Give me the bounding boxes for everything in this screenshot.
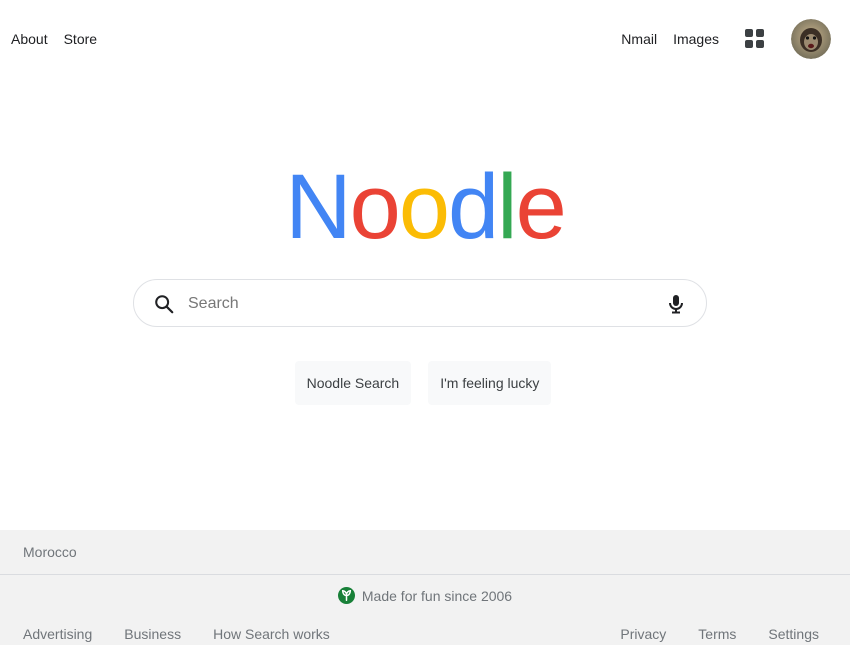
top-right-links: Nmail Images — [621, 19, 831, 59]
logo-letter: d — [448, 156, 499, 258]
apps-grid-icon[interactable] — [745, 29, 765, 49]
search-icon[interactable] — [153, 293, 175, 315]
logo-letter: o — [349, 156, 401, 258]
about-link[interactable]: About — [11, 31, 48, 47]
how-search-works-link[interactable]: How Search works — [213, 626, 330, 642]
footer-right-links: Privacy Terms Settings — [620, 626, 819, 642]
country-label: Morocco — [0, 530, 850, 575]
advertising-link[interactable]: Advertising — [23, 626, 92, 642]
logo-letter: o — [398, 156, 450, 258]
business-link[interactable]: Business — [124, 626, 181, 642]
terms-link[interactable]: Terms — [698, 626, 736, 642]
logo-letter: e — [515, 156, 567, 258]
logo-letter: N — [285, 156, 351, 258]
logo-letter: l — [497, 156, 518, 258]
tagline: Made for fun since 2006 — [0, 587, 850, 604]
images-link[interactable]: Images — [673, 31, 719, 47]
privacy-link[interactable]: Privacy — [620, 626, 666, 642]
top-bar: About Store Nmail Images — [0, 0, 850, 78]
nmail-link[interactable]: Nmail — [621, 31, 657, 47]
noodle-logo: Noodle — [0, 152, 850, 262]
store-link[interactable]: Store — [64, 31, 97, 47]
footer: Morocco Made for fun since 2006 Advertis… — [0, 530, 850, 645]
feeling-lucky-button[interactable]: I'm feeling lucky — [428, 361, 552, 405]
leaf-icon — [337, 587, 355, 604]
top-left-links: About Store — [11, 31, 97, 47]
avatar[interactable] — [791, 19, 831, 59]
noodle-search-button[interactable]: Noodle Search — [294, 361, 412, 405]
footer-left-links: Advertising Business How Search works — [23, 626, 330, 642]
microphone-icon[interactable] — [664, 292, 688, 316]
search-box[interactable] — [133, 279, 707, 327]
search-buttons: Noodle Search I'm feeling lucky — [0, 361, 850, 405]
settings-link[interactable]: Settings — [768, 626, 819, 642]
tagline-text: Made for fun since 2006 — [361, 587, 513, 604]
search-input[interactable] — [186, 290, 660, 318]
